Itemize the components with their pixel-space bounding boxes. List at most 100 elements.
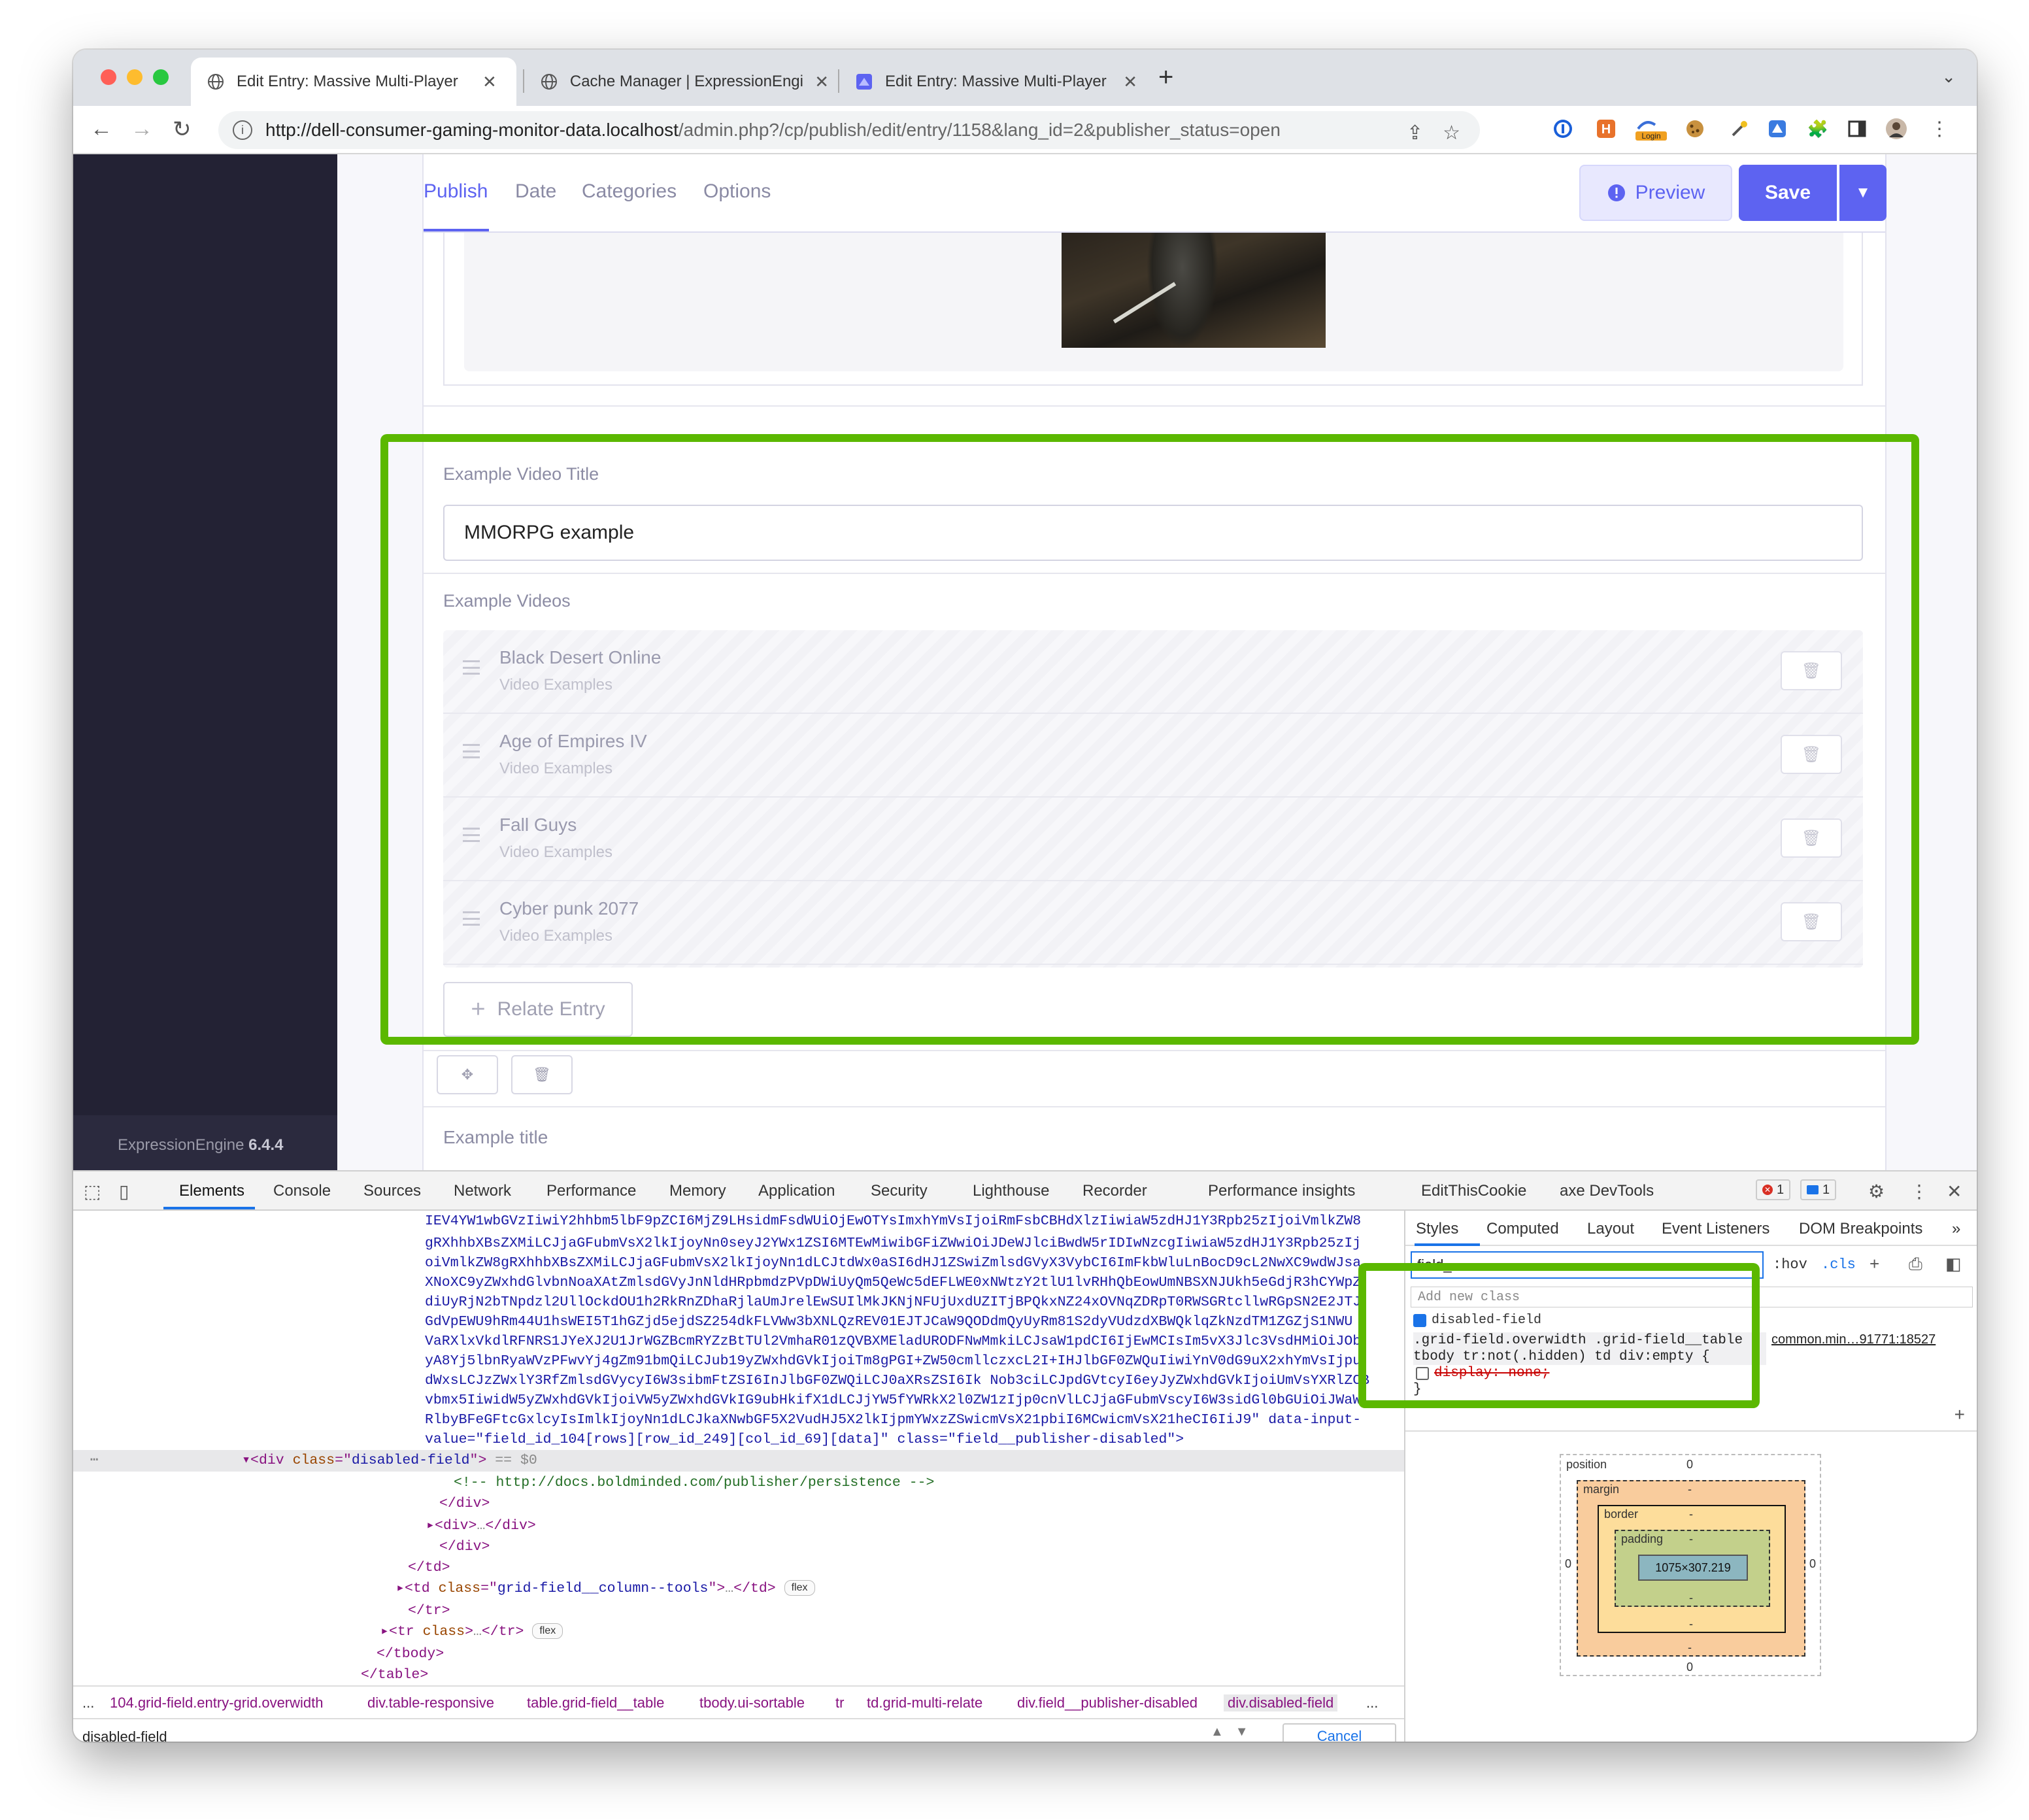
html-comment[interactable]: <!-- http://docs.boldminded.com/publishe… <box>454 1472 1404 1494</box>
forward-arrow-icon[interactable]: → <box>131 116 153 142</box>
breadcrumb-item[interactable]: table.grid-field__table <box>527 1694 664 1711</box>
device-toggle-icon[interactable]: ▯ <box>119 1181 129 1202</box>
browser-tab-3[interactable]: Edit Entry: Massive Multi-Player ✕ <box>839 58 1153 106</box>
share-icon[interactable]: ⇪ <box>1407 122 1423 144</box>
chevron-down-icon[interactable]: ▼ <box>1235 1725 1249 1740</box>
breadcrumb-item[interactable]: div.field__publisher-disabled <box>1017 1694 1198 1711</box>
tab-computed[interactable]: Computed <box>1486 1220 1559 1238</box>
add-class-input[interactable]: Add new class <box>1411 1287 1973 1307</box>
trash-icon[interactable]: 🗑 <box>511 1055 573 1094</box>
drag-handle-icon[interactable] <box>463 660 480 675</box>
cookie-icon[interactable] <box>1683 116 1707 141</box>
code-line[interactable]: gRXhhbXBsZXMiLCJjaGFubmVsX2lkIjoyNn0seyJ… <box>425 1233 1404 1255</box>
error-count-badge[interactable]: ✕ 1 <box>1756 1179 1791 1200</box>
kebab-menu-icon[interactable]: ⋮ <box>1927 116 1952 141</box>
tab-layout[interactable]: Layout <box>1587 1220 1634 1238</box>
close-tab-icon[interactable]: ✕ <box>1123 72 1137 92</box>
code-line[interactable]: </div> <box>439 1493 1404 1515</box>
close-window-button[interactable] <box>101 69 116 85</box>
code-line[interactable]: ▸<div>…</div> <box>426 1515 1404 1537</box>
class-toggle[interactable]: disabled-field <box>1413 1313 1541 1328</box>
tab-console[interactable]: Console <box>273 1182 331 1200</box>
multi-extension-icon[interactable] <box>1765 116 1790 141</box>
back-arrow-icon[interactable]: ← <box>90 116 112 142</box>
selected-node[interactable]: ⋯ ▾<div class="disabled-field"> == $0 <box>73 1450 1404 1472</box>
tab-options[interactable]: Options <box>703 180 771 203</box>
cls-toggle[interactable]: .cls <box>1821 1256 1856 1273</box>
css-selector[interactable]: .grid-field.overwidth .grid-field__table… <box>1413 1332 1766 1365</box>
tab-application[interactable]: Application <box>758 1182 835 1200</box>
minimize-window-button[interactable] <box>127 69 143 85</box>
tab-recorder[interactable]: Recorder <box>1082 1182 1147 1200</box>
styles-filter-input[interactable]: field_ <box>1411 1251 1764 1279</box>
gear-icon[interactable]: ⚙ <box>1868 1181 1885 1202</box>
plus-icon[interactable]: + <box>1954 1404 1965 1425</box>
puzzle-icon[interactable]: 🧩 <box>1805 116 1830 141</box>
video-title-input[interactable]: MMORPG example <box>443 505 1863 561</box>
trash-icon[interactable]: 🗑 <box>1781 735 1842 774</box>
code-line[interactable]: oiVmlkZW8gRXhhbXBsZXMiLCJjaGFubmVsX2lkIj… <box>425 1253 1404 1274</box>
message-count-badge[interactable]: 1 <box>1800 1179 1837 1200</box>
tab-elements[interactable]: Elements <box>179 1182 244 1200</box>
code-line[interactable]: </tr> <box>408 1600 1404 1622</box>
breadcrumb-item[interactable]: div.table-responsive <box>367 1694 494 1711</box>
tab-styles[interactable]: Styles <box>1416 1220 1458 1238</box>
plus-icon[interactable]: + <box>1870 1254 1879 1274</box>
tab-network[interactable]: Network <box>454 1182 511 1200</box>
relate-entry-button[interactable]: + Relate Entry <box>443 982 633 1037</box>
move-icon[interactable]: ✥ <box>437 1055 498 1094</box>
code-line[interactable]: GdVpEWU9hRm44U1hsWEI5T1hGZjd5ejdSZ254dkF… <box>425 1311 1404 1333</box>
tab-publish[interactable]: Publish <box>424 180 488 203</box>
code-line[interactable]: VaRXlxVkdlRFNRS1JYeXJ2U1JrWGZBcmRYZzBtTU… <box>425 1331 1404 1353</box>
code-line[interactable]: diUyRjN2bTNpdzl2UllOckdOU1h2RkRnZDhaRjla… <box>425 1292 1404 1313</box>
code-line[interactable]: value="field_id_104[rows][row_id_249][co… <box>425 1429 1404 1451</box>
login-extension-icon[interactable]: Login <box>1633 116 1669 141</box>
cancel-search-button[interactable]: Cancel <box>1283 1723 1396 1742</box>
chevron-down-icon[interactable]: ⌄ <box>1941 67 1956 87</box>
code-line[interactable]: </table> <box>361 1664 1404 1686</box>
bookmark-star-icon[interactable]: ☆ <box>1443 122 1460 144</box>
tab-security[interactable]: Security <box>871 1182 928 1200</box>
hov-toggle[interactable]: :hov <box>1773 1256 1807 1273</box>
code-line[interactable]: ▸<td class="grid-field__column--tools">…… <box>396 1578 1404 1600</box>
code-line[interactable]: </div> <box>439 1536 1404 1558</box>
close-tab-icon[interactable]: ✕ <box>482 72 497 92</box>
tab-axe-devtools[interactable]: axe DevTools <box>1560 1182 1654 1200</box>
inspect-cursor-icon[interactable]: ⬚ <box>84 1181 101 1202</box>
paint-icon[interactable]: ⎙ <box>1909 1254 1922 1275</box>
breadcrumb-item[interactable]: tr <box>835 1694 844 1711</box>
code-line[interactable]: XNoXC9yZWxhdGlvbnNoaXAtZmlsdGVyJnNldHRpb… <box>425 1272 1404 1294</box>
maximize-window-button[interactable] <box>153 69 169 85</box>
trash-icon[interactable]: 🗑 <box>1781 818 1842 858</box>
browser-tab-2[interactable]: Cache Manager | ExpressionEngine ✕ <box>524 58 845 106</box>
kebab-menu-icon[interactable]: ⋮ <box>1910 1181 1928 1202</box>
trash-icon[interactable]: 🗑 <box>1781 651 1842 690</box>
info-icon[interactable]: i <box>233 120 252 140</box>
1password-icon[interactable] <box>1551 116 1575 141</box>
tab-lighthouse[interactable]: Lighthouse <box>973 1182 1049 1200</box>
code-line[interactable]: ▸<tr class>…</tr> flex <box>380 1621 1404 1643</box>
profile-avatar[interactable] <box>1884 116 1909 141</box>
new-tab-button[interactable]: + <box>1158 63 1173 92</box>
tab-event-listeners[interactable]: Event Listeners <box>1662 1220 1769 1238</box>
code-line[interactable]: IEV4YW1wbGVzIiwiY2hhbm5lbF9pZCI6MjZ9LHsi… <box>425 1211 1404 1232</box>
breadcrumb-item[interactable]: td.grid-multi-relate <box>867 1694 982 1711</box>
breadcrumb-item[interactable]: ... <box>82 1694 94 1711</box>
close-icon[interactable]: ✕ <box>1947 1181 1962 1202</box>
tab-date[interactable]: Date <box>515 180 556 203</box>
address-bar[interactable]: i http://dell-consumer-gaming-monitor-da… <box>218 111 1480 149</box>
sidepanel-icon[interactable] <box>1845 116 1870 141</box>
reload-icon[interactable]: ↻ <box>173 116 192 143</box>
sidebar-toggle-icon[interactable]: ◧ <box>1945 1254 1962 1274</box>
eyedropper-icon[interactable] <box>1727 116 1752 141</box>
dom-search-input[interactable]: disabled-field <box>82 1728 167 1742</box>
css-property[interactable]: display: none; <box>1434 1365 1549 1381</box>
breadcrumb-item[interactable]: ... <box>1366 1694 1378 1711</box>
checkbox-icon[interactable] <box>1416 1366 1429 1380</box>
checkbox-checked-icon[interactable] <box>1413 1313 1426 1327</box>
tab-memory[interactable]: Memory <box>669 1182 726 1200</box>
chevron-up-icon[interactable]: ▲ <box>1211 1725 1224 1740</box>
tab-categories[interactable]: Categories <box>582 180 677 203</box>
chevron-down-icon[interactable]: ▼ <box>1839 165 1886 221</box>
tab-editthiscookie[interactable]: EditThisCookie <box>1421 1182 1526 1200</box>
